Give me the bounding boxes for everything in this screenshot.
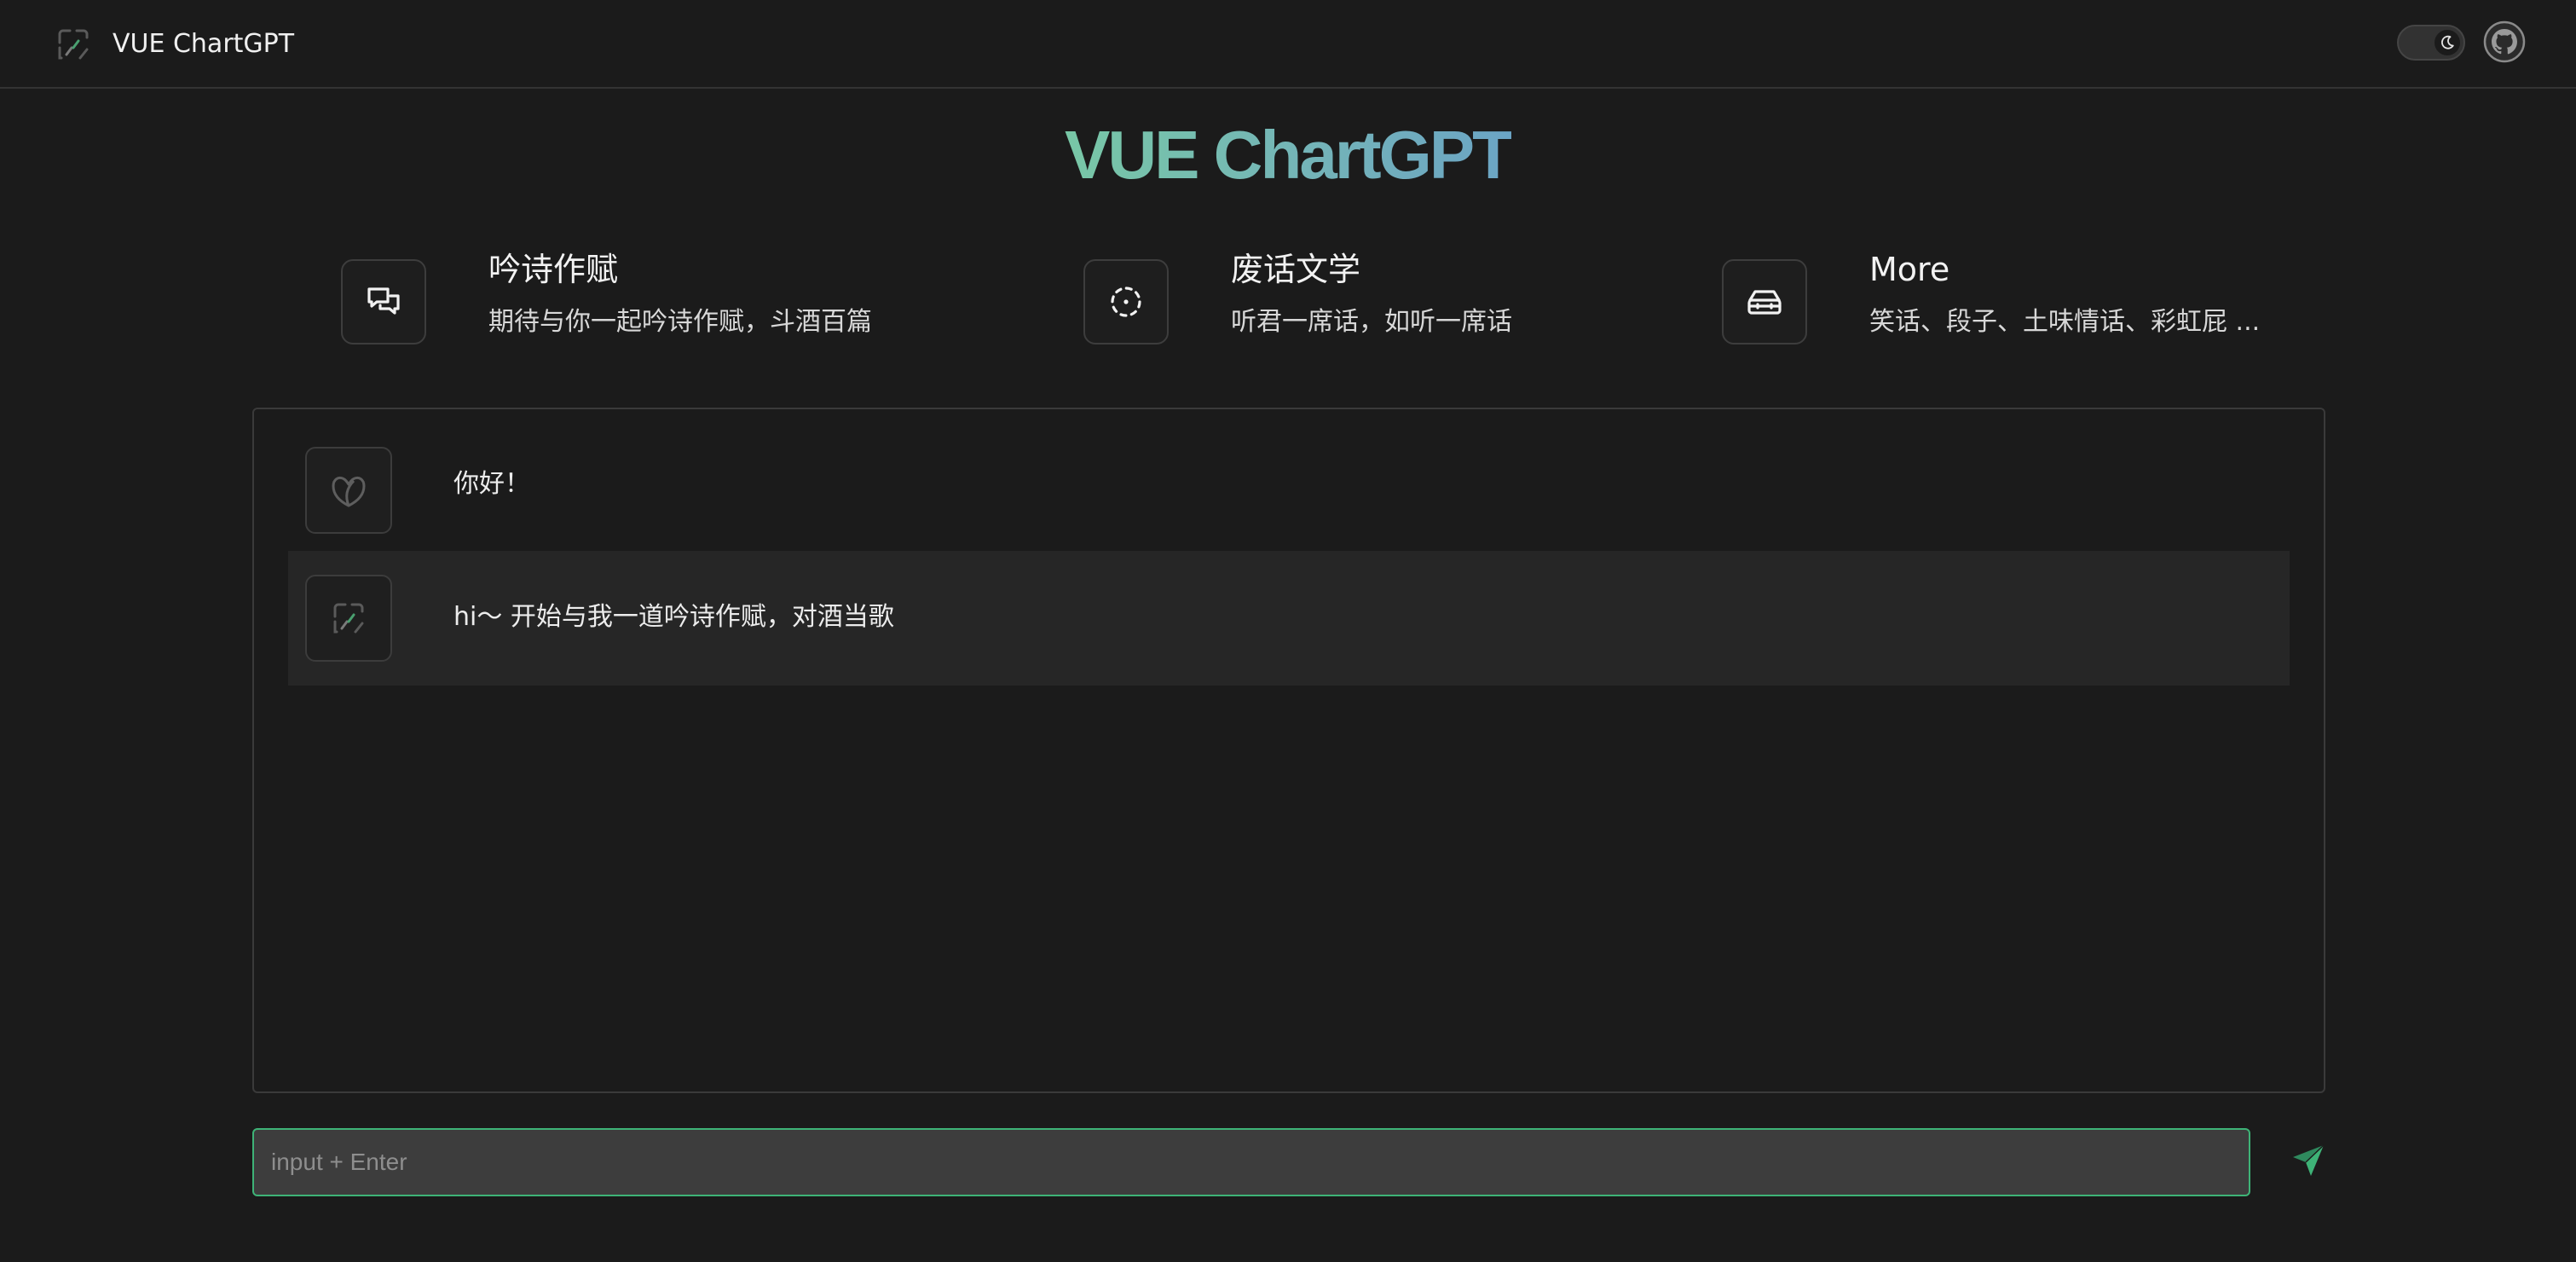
user-avatar-icon xyxy=(305,447,392,534)
message-text: hi～ 开始与我一道吟诗作赋，对酒当歌 xyxy=(453,602,894,632)
github-link[interactable] xyxy=(2483,20,2526,67)
send-icon xyxy=(2290,1142,2327,1182)
moon-icon xyxy=(2434,30,2460,55)
feature-description: 笑话、段子、土味情话、彩虹屁 ... xyxy=(1869,307,2261,337)
toolbox-icon xyxy=(1722,259,1807,344)
chat-message-assistant: hi～ 开始与我一道吟诗作赋，对酒当歌 xyxy=(288,551,2290,686)
focus-target-icon xyxy=(1083,259,1169,344)
github-icon xyxy=(2483,20,2526,67)
theme-toggle[interactable] xyxy=(2397,25,2465,61)
feature-card-more[interactable]: More 笑话、段子、土味情话、彩虹屁 ... xyxy=(1722,240,2267,360)
top-header: VUE ChartGPT xyxy=(0,0,2576,89)
gpt-logo-icon xyxy=(305,575,392,662)
chat-message-user: 你好！ xyxy=(288,409,2290,544)
feature-title: 吟诗作赋 xyxy=(488,251,619,288)
chat-bubbles-icon xyxy=(341,259,426,344)
feature-card-poetry[interactable]: 吟诗作赋 期待与你一起吟诗作赋，斗酒百篇 xyxy=(341,240,938,360)
feature-description: 期待与你一起吟诗作赋，斗酒百篇 xyxy=(488,307,872,337)
feature-card-nonsense[interactable]: 废话文学 听君一席话，如听一席话 xyxy=(1083,240,1561,360)
app-title[interactable]: VUE ChartGPT xyxy=(113,26,294,63)
hero-title: VUE ChartGPT xyxy=(1064,117,1514,193)
feature-title: 废话文学 xyxy=(1231,251,1361,288)
send-button[interactable] xyxy=(2286,1139,2331,1184)
gpt-logo-icon xyxy=(55,26,92,63)
message-text: 你好！ xyxy=(453,469,530,499)
feature-description: 听君一席话，如听一席话 xyxy=(1231,307,1512,337)
feature-title: More xyxy=(1869,251,1950,288)
chat-panel[interactable]: 你好！ hi～ 开始与我一道吟诗作赋，对酒当歌 xyxy=(252,408,2325,1093)
chat-input[interactable] xyxy=(252,1128,2250,1196)
